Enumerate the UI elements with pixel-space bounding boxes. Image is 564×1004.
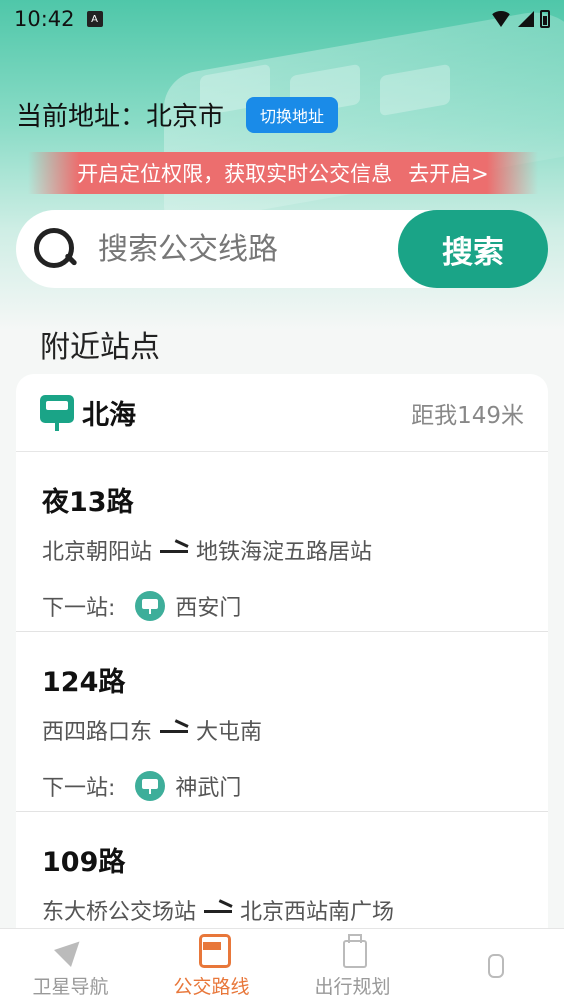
status-icons <box>490 10 550 28</box>
search-button[interactable]: 搜索 <box>398 210 548 288</box>
a-badge-icon: A <box>86 11 103 27</box>
route-from: 东大桥公交场站 <box>42 900 197 925</box>
wifi-icon <box>490 11 512 27</box>
navigation-arrow-icon <box>55 934 87 968</box>
station-name: 北海 <box>82 400 136 431</box>
status-time: 10:42 <box>14 7 75 31</box>
arrow-right-icon <box>160 544 189 556</box>
luggage-icon <box>337 934 369 968</box>
route-to: 大屯南 <box>196 720 263 745</box>
bus-icon <box>196 934 231 968</box>
battery-icon <box>540 10 550 28</box>
route-name: 124路 <box>42 667 126 698</box>
tab-fourth[interactable] <box>423 929 564 1004</box>
tab-satellite-navigation[interactable]: 卫星导航 <box>0 929 141 1004</box>
station-header[interactable]: 北海 距我149米 <box>16 374 548 452</box>
next-stop-name: 神武门 <box>175 776 242 801</box>
search-input[interactable] <box>98 231 378 267</box>
route-direction: 北京朝阳站 地铁海淀五路居站 <box>42 534 372 566</box>
route-to: 地铁海淀五路居站 <box>196 540 373 565</box>
route-item[interactable]: 夜13路 北京朝阳站 地铁海淀五路居站 下一站: 西安门 <box>16 452 548 632</box>
route-direction: 西四路口东 大屯南 <box>42 714 262 746</box>
current-address-label: 当前地址：北京市 <box>16 102 225 132</box>
next-stop-label: 下一站: <box>42 776 116 801</box>
banner-action-link[interactable]: 去开启> <box>408 158 489 188</box>
tab-bus-routes[interactable]: 公交路线 <box>141 929 282 1004</box>
route-name: 109路 <box>42 847 126 878</box>
bus-stop-icon <box>40 394 74 431</box>
bus-stop-icon <box>135 591 166 621</box>
bus-stop-icon <box>135 771 166 801</box>
location-permission-banner[interactable]: 开启定位权限，获取实时公交信息 去开启> <box>28 152 538 194</box>
next-stop-name: 西安门 <box>175 596 242 621</box>
route-direction: 东大桥公交场站 北京西站南广场 <box>42 894 394 926</box>
nearby-stations-title: 附近站点 <box>40 330 160 365</box>
next-stop-label: 下一站: <box>42 596 116 621</box>
arrow-right-icon <box>160 724 189 736</box>
station-distance: 距我149米 <box>411 402 524 429</box>
search-icon <box>32 226 78 272</box>
watch-icon <box>478 948 510 982</box>
current-address-row: 当前地址：北京市 切换地址 <box>16 96 339 133</box>
tab-label: 出行规划 <box>314 976 391 998</box>
switch-address-button[interactable]: 切换地址 <box>246 96 339 133</box>
status-bar: 10:42 A <box>0 0 564 38</box>
search-bar: 搜索 <box>16 210 548 288</box>
tab-trip-planning[interactable]: 出行规划 <box>282 929 423 1004</box>
route-name: 夜13路 <box>42 487 134 518</box>
route-item[interactable]: 124路 西四路口东 大屯南 下一站: 神武门 <box>16 632 548 812</box>
tab-label: 公交路线 <box>173 976 250 998</box>
banner-text: 开启定位权限，获取实时公交信息 <box>77 162 393 186</box>
nearby-station-card: 北海 距我149米 夜13路 北京朝阳站 地铁海淀五路居站 下一站: 西安门 1… <box>16 374 548 934</box>
route-from: 北京朝阳站 <box>42 540 153 565</box>
route-from: 西四路口东 <box>42 720 153 745</box>
next-stop: 下一站: 西安门 <box>42 590 241 622</box>
tab-label: 卫星导航 <box>32 976 109 998</box>
arrow-right-icon <box>204 904 233 916</box>
signal-icon <box>518 11 534 27</box>
route-item[interactable]: 109路 东大桥公交场站 北京西站南广场 <box>16 812 548 934</box>
bottom-tab-bar: 卫星导航 公交路线 出行规划 <box>0 928 564 1004</box>
next-stop: 下一站: 神武门 <box>42 770 241 802</box>
route-to: 北京西站南广场 <box>240 900 395 925</box>
